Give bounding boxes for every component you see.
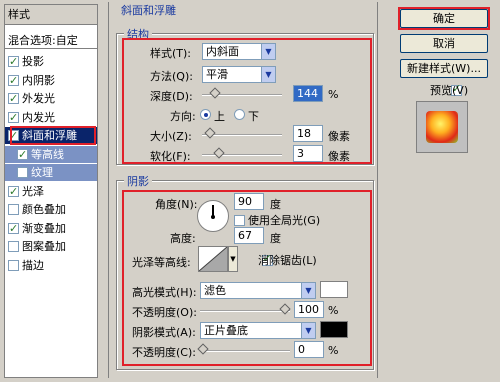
style-item[interactable]: 描边	[5, 257, 97, 274]
style-item-checkbox[interactable]	[8, 109, 19, 126]
styles-list-title[interactable]: 样式	[5, 5, 97, 25]
shading-highlight	[122, 190, 372, 366]
style-item-checkbox[interactable]	[8, 90, 19, 107]
styles-list-panel: 样式 混合选项:自定 投影内阴影外发光内发光斜面和浮雕等高线纹理光泽颜色叠加渐变…	[4, 4, 98, 378]
style-item-checkbox[interactable]	[17, 146, 28, 163]
style-item-label: 等高线	[31, 147, 64, 161]
cancel-button[interactable]: 取消	[400, 34, 488, 53]
style-item-checkbox[interactable]	[8, 183, 19, 200]
style-item[interactable]: 等高线	[5, 145, 97, 163]
style-item[interactable]: 光泽	[5, 183, 97, 200]
blending-options-item[interactable]: 混合选项:自定	[5, 32, 97, 49]
style-item-label: 外发光	[22, 92, 55, 105]
style-item-label: 内阴影	[22, 73, 55, 87]
style-item-label: 颜色叠加	[22, 203, 66, 216]
preview-label: 预览(V)	[430, 84, 469, 97]
style-item[interactable]: 内发光	[5, 109, 97, 126]
structure-highlight	[122, 38, 372, 164]
style-item-label: 光泽	[22, 184, 44, 198]
style-item[interactable]: 渐变叠加	[5, 220, 97, 237]
style-item-checkbox[interactable]	[17, 167, 28, 178]
style-item-label: 内发光	[22, 110, 55, 124]
style-item-checkbox[interactable]	[8, 220, 19, 237]
new-style-button[interactable]: 新建样式(W)...	[400, 59, 488, 78]
style-item-label: 投影	[22, 55, 44, 68]
style-item-label: 渐变叠加	[22, 221, 66, 235]
style-item-label: 描边	[22, 258, 44, 272]
style-item-checkbox[interactable]	[8, 204, 19, 215]
preview-thumbnail	[416, 101, 468, 153]
style-item-checkbox[interactable]	[8, 241, 19, 252]
style-item[interactable]: 投影	[5, 53, 97, 70]
style-item-checkbox[interactable]	[8, 259, 19, 271]
style-item[interactable]: 纹理	[5, 164, 97, 181]
style-item-label: 图案叠加	[22, 240, 66, 253]
preview-swatch-image	[426, 111, 458, 143]
selected-item-highlight	[10, 126, 96, 145]
style-item[interactable]: 颜色叠加	[5, 201, 97, 218]
style-item-checkbox[interactable]	[8, 72, 19, 89]
shading-legend: 阴影	[124, 173, 152, 189]
ok-button[interactable]: 确定	[400, 9, 488, 28]
style-item-checkbox[interactable]	[8, 53, 19, 70]
style-item[interactable]: 外发光	[5, 90, 97, 107]
style-item[interactable]: 图案叠加	[5, 238, 97, 255]
style-item[interactable]: 内阴影	[5, 72, 97, 89]
section-title: 斜面和浮雕	[118, 2, 179, 18]
style-item-label: 纹理	[31, 166, 53, 179]
